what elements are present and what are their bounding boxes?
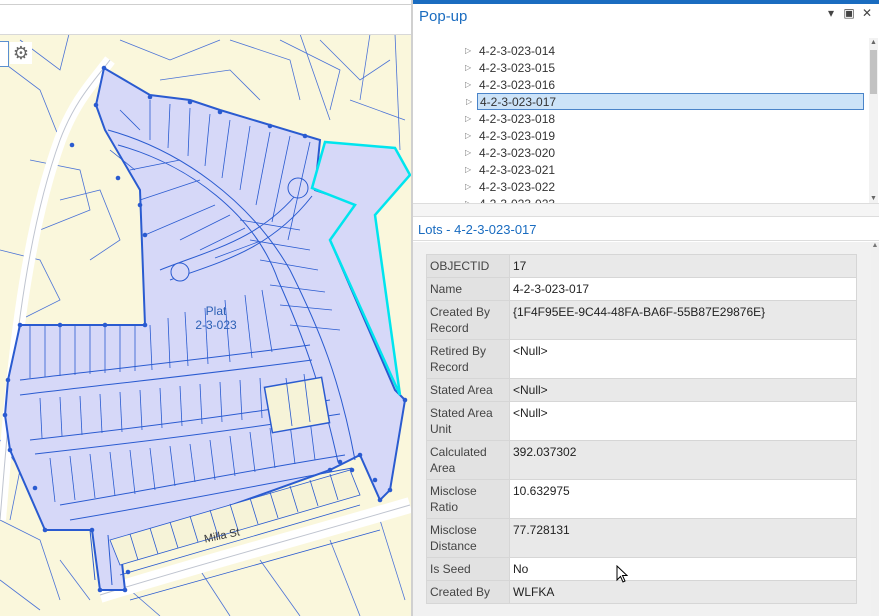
popup-pane: Pop-up ▾ ▣ ✕ ▷ 4-2-3-023-014 ▷ 4-2-3-023-0… <box>413 0 879 616</box>
attr-value: <Null> <box>509 339 857 379</box>
attr-value: {1F4F95EE-9C44-48FA-BA6F-55B87E29876E} <box>509 300 857 340</box>
expand-caret-icon[interactable]: ▷ <box>465 131 475 140</box>
attr-value: 10.632975 <box>509 479 857 519</box>
attr-value: <Null> <box>509 401 857 441</box>
tree-item-selected[interactable]: ▷ 4-2-3-023-017 <box>466 93 864 110</box>
map-tool-box[interactable] <box>0 41 9 67</box>
attr-key: Created By Record <box>426 300 510 340</box>
pane-controls: ▾ ▣ ✕ <box>825 6 873 20</box>
table-row: Misclose Ratio 10.632975 <box>426 479 857 519</box>
map-toolbar <box>0 0 412 35</box>
pane-menu-icon[interactable]: ▾ <box>825 6 837 20</box>
pane-close-icon[interactable]: ✕ <box>861 6 873 20</box>
title-underline <box>413 240 879 241</box>
table-row: Created By WLFKA <box>426 580 857 604</box>
attr-value: 4-2-3-023-017 <box>509 277 857 301</box>
attr-value: 77.728131 <box>509 518 857 558</box>
tree-item[interactable]: ▷ 4-2-3-023-022 <box>465 178 555 195</box>
scroll-up-icon[interactable]: ▲ <box>869 38 878 47</box>
tree-scrollbar[interactable]: ▲ ▼ <box>869 38 878 203</box>
table-row: OBJECTID 17 <box>426 254 857 278</box>
attr-value: 17 <box>509 254 857 278</box>
attr-value: 392.037302 <box>509 440 857 480</box>
plat-label: Plat 2-3-023 <box>195 304 237 332</box>
attr-key: Stated Area <box>426 378 510 402</box>
attr-key: OBJECTID <box>426 254 510 278</box>
expand-caret-icon[interactable]: ▷ <box>465 80 475 89</box>
tree-item[interactable]: ▷ 4-2-3-023-021 <box>465 161 555 178</box>
scroll-up-icon[interactable]: ▲ <box>871 242 879 250</box>
expand-caret-icon[interactable]: ▷ <box>465 63 475 72</box>
tree-item[interactable]: ▷ 4-2-3-023-014 <box>465 42 555 59</box>
tree-item[interactable]: ▷ 4-2-3-023-019 <box>465 127 555 144</box>
attr-key: Calculated Area <box>426 440 510 480</box>
table-row: Is Seed No <box>426 557 857 581</box>
table-row: Stated Area Unit <Null> <box>426 401 857 441</box>
table-row: Created By Record {1F4F95EE-9C44-48FA-BA6… <box>426 300 857 340</box>
pane-accent-bar <box>413 0 879 4</box>
expand-caret-icon[interactable]: ▷ <box>465 46 475 55</box>
feature-tree: ▷ 4-2-3-023-014 ▷ 4-2-3-023-015 ▷ 4-2-3-023… <box>413 38 879 203</box>
attr-key: Is Seed <box>426 557 510 581</box>
attr-value: No <box>509 557 857 581</box>
tree-item[interactable]: ▷ 4-2-3-023-016 <box>465 76 555 93</box>
table-row: Name 4-2-3-023-017 <box>426 277 857 301</box>
expand-caret-icon[interactable]: ▷ <box>465 148 475 157</box>
attr-value: WLFKA <box>509 580 857 604</box>
map-view[interactable]: ⚙ Plat 2-3-023 Milla St <box>0 0 412 616</box>
tree-item[interactable]: ▷ 4-2-3-023-018 <box>465 110 555 127</box>
attr-key: Misclose Ratio <box>426 479 510 519</box>
pane-title: Pop-up <box>419 8 468 25</box>
expand-caret-icon[interactable]: ▷ <box>465 182 475 191</box>
attribute-panel: OBJECTID 17 Name 4-2-3-023-017 Created By … <box>413 242 879 616</box>
tree-item[interactable]: ▷ 4-2-3-023-020 <box>465 144 555 161</box>
tree-item[interactable]: ▷ 4-2-3-023-015 <box>465 59 555 76</box>
gear-icon[interactable]: ⚙ <box>10 42 32 64</box>
attr-key: Created By <box>426 580 510 604</box>
attribute-scrollbar[interactable]: ▲ <box>871 242 879 616</box>
attr-key: Stated Area Unit <box>426 401 510 441</box>
table-row: Stated Area <Null> <box>426 378 857 402</box>
pane-maximize-icon[interactable]: ▣ <box>843 6 855 20</box>
expand-caret-icon[interactable]: ▷ <box>465 114 475 123</box>
expand-caret-icon[interactable]: ▷ <box>465 165 475 174</box>
attr-key: Retired By Record <box>426 339 510 379</box>
table-row: Misclose Distance 77.728131 <box>426 518 857 558</box>
tree-item[interactable]: ▷4-2-3-023-023 <box>465 195 555 204</box>
table-row: Calculated Area 392.037302 <box>426 440 857 480</box>
attribute-table: OBJECTID 17 Name 4-2-3-023-017 Created By … <box>426 254 857 604</box>
attr-key: Misclose Distance <box>426 518 510 558</box>
expand-caret-icon[interactable]: ▷ <box>466 97 476 106</box>
mouse-cursor-icon <box>616 565 628 583</box>
scroll-thumb[interactable] <box>870 50 877 94</box>
scroll-down-icon[interactable]: ▼ <box>869 194 878 203</box>
feature-title: Lots - 4-2-3-023-017 <box>418 222 537 237</box>
section-divider[interactable] <box>413 203 879 217</box>
table-row: Retired By Record <Null> <box>426 339 857 379</box>
attr-value: <Null> <box>509 378 857 402</box>
attr-key: Name <box>426 277 510 301</box>
